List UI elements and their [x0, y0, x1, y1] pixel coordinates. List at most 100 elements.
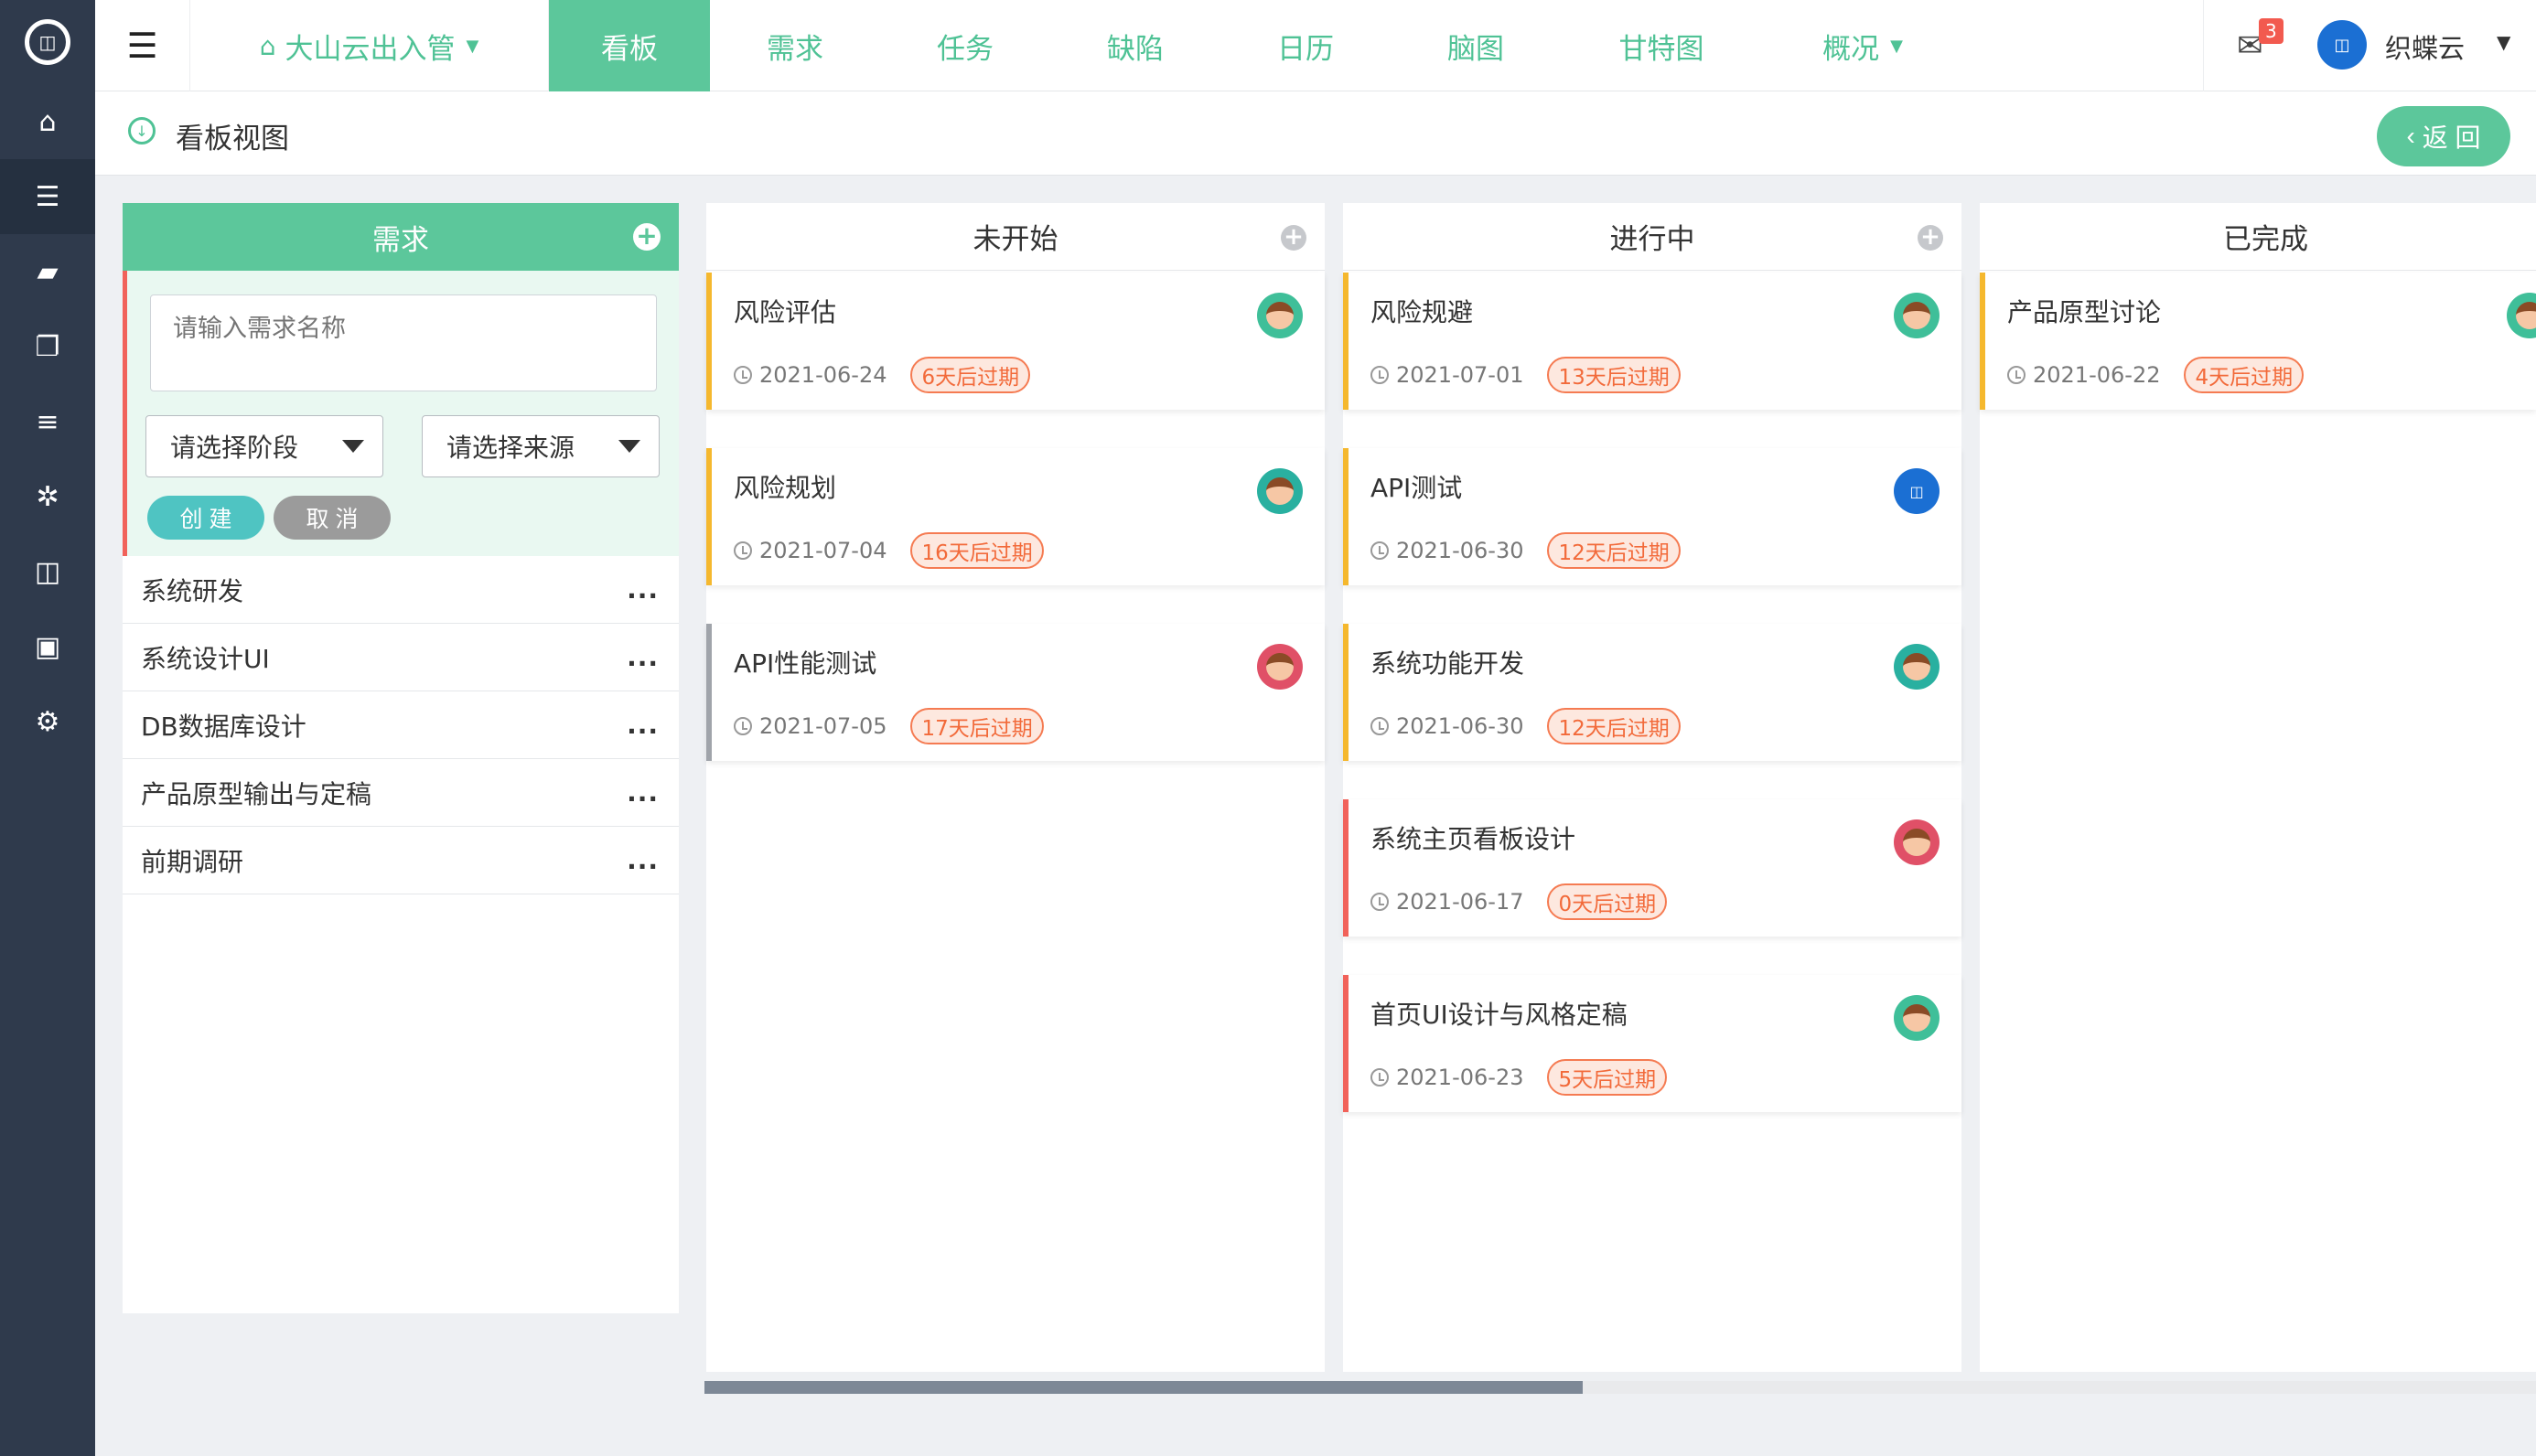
tab-defects[interactable]: 缺陷: [1050, 0, 1220, 91]
column-completed: 已完成 产品原型讨论 2021-06-22 4天后过期: [1980, 203, 2536, 1372]
list-item[interactable]: 系统设计UI...: [123, 624, 679, 691]
card-title: 首页UI设计与风格定稿: [1370, 1000, 1628, 1030]
tab-tasks[interactable]: 任务: [880, 0, 1050, 91]
list-item-label: 前期调研: [141, 846, 244, 877]
avatar-face-icon: [1903, 302, 1930, 329]
card-date: 2021-06-23: [1396, 1065, 1524, 1090]
logo[interactable]: ◫: [0, 0, 95, 84]
more-icon[interactable]: ...: [627, 574, 659, 605]
task-card[interactable]: API测试 ◫ 2021-06-30 12天后过期: [1343, 448, 1961, 585]
tab-mindmap[interactable]: 脑图: [1391, 0, 1561, 91]
card-meta: 2021-06-23 5天后过期: [1370, 1059, 1668, 1096]
avatar-face-icon: [1903, 1004, 1930, 1032]
vimeo-icon[interactable]: ▣: [0, 609, 95, 684]
clock-icon: [1370, 893, 1389, 911]
project-selector[interactable]: ⌂ 大山云出入管 ▼: [190, 0, 549, 91]
more-icon[interactable]: ...: [627, 845, 659, 875]
scrollbar-thumb[interactable]: [704, 1381, 1583, 1394]
more-icon[interactable]: ...: [627, 642, 659, 672]
columns-icon[interactable]: ◫: [0, 534, 95, 609]
task-card[interactable]: 风险评估 2021-06-24 6天后过期: [706, 273, 1325, 410]
home-icon: ⌂: [259, 30, 276, 61]
card-meta: 2021-06-17 0天后过期: [1370, 883, 1668, 920]
new-requirement-form: 请选择阶段 请选择来源 创 建 取 消: [123, 271, 679, 556]
stage-select-value: 请选择阶段: [170, 433, 299, 463]
list-icon[interactable]: ☰: [0, 159, 95, 234]
tab-label: 甘特图: [1618, 32, 1704, 66]
tab-requirements[interactable]: 需求: [710, 0, 880, 91]
avatar-face-icon: [1903, 829, 1930, 856]
task-card[interactable]: 风险规避 2021-07-01 13天后过期: [1343, 273, 1961, 410]
column-header: 已完成: [1980, 203, 2536, 271]
clock-icon: [2007, 366, 2026, 384]
avatar-face-icon: [1903, 653, 1930, 680]
requirements-panel: 需求 + 请选择阶段 请选择来源 创 建 取 消 系统研发... 系统设计UI.…: [123, 203, 679, 1313]
tab-label: 看板: [601, 32, 658, 66]
menu-toggle-icon[interactable]: ☰: [95, 0, 190, 91]
card-meta: 2021-06-30 12天后过期: [1370, 708, 1681, 744]
card-date: 2021-06-17: [1396, 889, 1524, 915]
more-icon[interactable]: ...: [627, 777, 659, 808]
user-area: ✉ 3 ◫ 织蝶云 ▼: [2203, 0, 2536, 91]
settings-icon[interactable]: ⚙: [0, 684, 95, 759]
list-item-label: 产品原型输出与定稿: [141, 778, 372, 809]
list-item[interactable]: 前期调研...: [123, 827, 679, 894]
server-icon[interactable]: ≡: [0, 384, 95, 459]
column-title: 已完成: [2223, 223, 2308, 256]
task-card[interactable]: 风险规划 2021-07-04 16天后过期: [706, 448, 1325, 585]
caret-down-icon: [342, 440, 364, 453]
back-label: 返 回: [2422, 123, 2481, 152]
download-circle-icon: ↓: [128, 117, 156, 145]
tab-overview[interactable]: 概况 ▼: [1762, 0, 1963, 91]
tab-kanban[interactable]: 看板: [549, 0, 710, 91]
avatar: [1894, 293, 1940, 338]
add-requirement-icon[interactable]: +: [633, 223, 661, 251]
due-badge: 0天后过期: [1547, 883, 1668, 920]
avatar: [1894, 819, 1940, 865]
task-card[interactable]: 首页UI设计与风格定稿 2021-06-23 5天后过期: [1343, 975, 1961, 1112]
user-name[interactable]: 织蝶云: [2385, 27, 2465, 66]
chevron-left-icon: ‹: [2406, 122, 2415, 150]
page-title: 看板视图: [176, 123, 289, 155]
horizontal-scrollbar[interactable]: [704, 1381, 2536, 1394]
task-card[interactable]: 系统主页看板设计 2021-06-17 0天后过期: [1343, 799, 1961, 937]
clock-icon: [1370, 541, 1389, 560]
column-header: 进行中 +: [1343, 203, 1961, 271]
caret-down-icon[interactable]: ▼: [2497, 31, 2510, 53]
back-button[interactable]: ‹ 返 回: [2377, 106, 2510, 166]
avatar-face-icon: [1266, 477, 1294, 505]
task-card[interactable]: 产品原型讨论 2021-06-22 4天后过期: [1980, 273, 2536, 410]
requirement-list: 系统研发... 系统设计UI... DB数据库设计... 产品原型输出与定稿..…: [123, 556, 679, 894]
files-icon[interactable]: ❐: [0, 309, 95, 384]
due-badge: 12天后过期: [1547, 532, 1681, 569]
avatar: [1257, 293, 1303, 338]
cancel-button[interactable]: 取 消: [274, 496, 391, 540]
list-item[interactable]: 系统研发...: [123, 556, 679, 624]
stage-select[interactable]: 请选择阶段: [145, 415, 383, 477]
clock-icon: [1370, 366, 1389, 384]
create-button[interactable]: 创 建: [147, 496, 264, 540]
bug-icon[interactable]: ✲: [0, 459, 95, 534]
caret-down-icon: [618, 440, 640, 453]
column-header: 未开始 +: [706, 203, 1325, 271]
requirement-name-input[interactable]: [150, 294, 657, 391]
list-item[interactable]: DB数据库设计...: [123, 691, 679, 759]
add-card-icon[interactable]: +: [1918, 225, 1943, 251]
requirements-header: 需求 +: [123, 203, 679, 271]
task-card[interactable]: API性能测试 2021-07-05 17天后过期: [706, 624, 1325, 761]
source-select[interactable]: 请选择来源: [422, 415, 660, 477]
card-meta: 2021-06-22 4天后过期: [2007, 357, 2305, 393]
list-item[interactable]: 产品原型输出与定稿...: [123, 759, 679, 827]
home-icon[interactable]: ⌂: [0, 84, 95, 159]
user-avatar[interactable]: ◫: [2317, 20, 2367, 70]
tab-gantt[interactable]: 甘特图: [1561, 0, 1762, 91]
card-meta: 2021-06-24 6天后过期: [734, 357, 1031, 393]
tab-calendar[interactable]: 日历: [1220, 0, 1391, 91]
sub-header: ↓ 看板视图 ‹ 返 回: [95, 91, 2536, 176]
tab-label: 脑图: [1447, 32, 1504, 66]
add-card-icon[interactable]: +: [1281, 225, 1306, 251]
column-in-progress: 进行中 + 风险规避 2021-07-01 13天后过期 API测试 ◫ 2021…: [1343, 203, 1961, 1372]
task-card[interactable]: 系统功能开发 2021-06-30 12天后过期: [1343, 624, 1961, 761]
folder-icon[interactable]: ▰: [0, 234, 95, 309]
more-icon[interactable]: ...: [627, 710, 659, 740]
